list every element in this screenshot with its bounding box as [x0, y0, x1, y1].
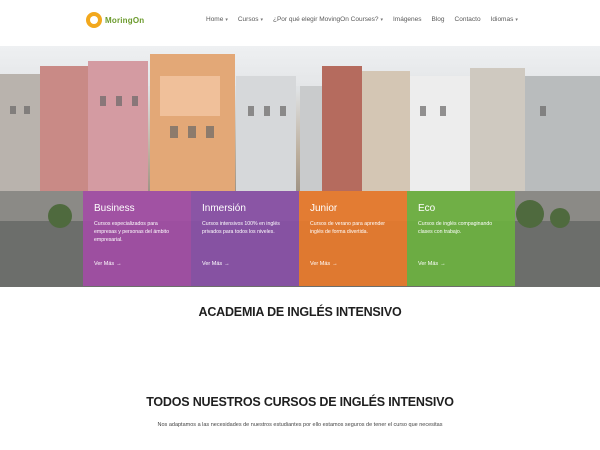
nav-item-cursos[interactable]: Cursos ▾ [238, 16, 263, 23]
card-more-link[interactable]: Ver Más → [202, 261, 230, 267]
courses-subtext: Nos adaptamos a las necesidades de nuest… [157, 422, 443, 428]
nav-item-imagenes[interactable]: Imágenes [393, 16, 422, 23]
card-more-link[interactable]: Ver Más → [94, 261, 122, 267]
card-more-label: Ver Más [202, 261, 223, 267]
card-eco[interactable]: Eco Cursos de inglés compaginando clases… [407, 191, 515, 286]
card-title: Eco [418, 203, 436, 214]
card-more-label: Ver Más [418, 261, 439, 267]
card-title: Inmersión [202, 203, 246, 214]
site-header: MoringOn Home ▾ Cursos ▾ ¿Por qué elegir M… [0, 0, 600, 46]
nav-item-idiomas[interactable]: Idiomas ▾ [491, 16, 518, 23]
nav-label: Home [206, 16, 224, 23]
card-description: Cursos intensivos 100% en inglés privado… [202, 221, 280, 235]
hero-image: Business Cursos especializados para empr… [0, 46, 600, 287]
nav-label: Cursos [237, 16, 259, 23]
card-more-link[interactable]: Ver Más → [310, 261, 338, 267]
nav-item-why[interactable]: ¿Por qué elegir MovingOn Courses? ▾ [273, 16, 383, 23]
nav-label: ¿Por qué elegir MovingOn Courses? [272, 16, 379, 23]
chevron-down-icon: ▾ [380, 16, 383, 23]
heading-courses: TODOS NUESTROS CURSOS DE INGLÉS INTENSIV… [146, 395, 454, 409]
card-business[interactable]: Business Cursos especializados para empr… [83, 191, 191, 286]
card-more-label: Ver Más [310, 261, 331, 267]
card-inmersion[interactable]: Inmersión Cursos intensivos 100% en ingl… [191, 191, 299, 286]
card-title: Junior [310, 203, 338, 214]
chevron-down-icon: ▾ [515, 16, 518, 23]
course-cards: Business Cursos especializados para empr… [83, 191, 515, 286]
arrow-right-icon: → [116, 261, 122, 267]
card-more-label: Ver Más [94, 261, 115, 267]
nav-label: Idiomas [490, 16, 514, 23]
card-description: Cursos de inglés compaginando clases con… [418, 221, 493, 235]
nav-label: Blog [431, 16, 445, 23]
main-nav: Home ▾ Cursos ▾ ¿Por qué elegir MovingOn C… [206, 16, 528, 23]
arrow-right-icon: → [332, 261, 338, 267]
card-more-link[interactable]: Ver Más → [418, 261, 446, 267]
chevron-down-icon: ▾ [260, 16, 263, 23]
logo[interactable]: MoringOn [86, 12, 144, 28]
card-junior[interactable]: Junior Cursos de verano para aprender in… [299, 191, 407, 286]
nav-item-contacto[interactable]: Contacto [455, 16, 481, 23]
heading-academy: ACADEMIA DE INGLÉS INTENSIVO [198, 305, 402, 319]
nav-label: Contacto [454, 16, 481, 23]
chevron-down-icon: ▾ [225, 16, 228, 23]
logo-icon [86, 12, 102, 28]
arrow-right-icon: → [440, 261, 446, 267]
nav-item-home[interactable]: Home ▾ [206, 16, 228, 23]
arrow-right-icon: → [224, 261, 230, 267]
logo-text: MoringOn [105, 15, 145, 25]
card-description: Cursos especializados para empresas y pe… [94, 221, 169, 243]
nav-item-blog[interactable]: Blog [432, 16, 445, 23]
card-title: Business [94, 203, 135, 214]
card-description: Cursos de verano para aprender inglés de… [310, 221, 385, 235]
nav-label: Imágenes [392, 16, 422, 23]
